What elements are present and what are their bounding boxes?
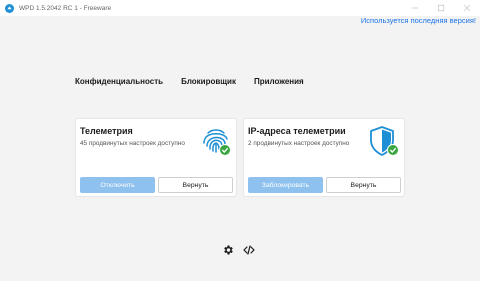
restore-telemetry-button[interactable]: Вернуть: [158, 177, 233, 193]
minimize-button[interactable]: [402, 0, 428, 16]
block-ip-button[interactable]: Заблокировать: [248, 177, 323, 193]
close-button[interactable]: [454, 0, 480, 16]
close-icon: [463, 4, 471, 12]
window-title: WPD 1.5.2042 RC 1 - Freeware: [19, 4, 112, 12]
tab-blocker[interactable]: Блокировщик: [181, 77, 236, 86]
tab-privacy[interactable]: Конфиденциальность: [75, 77, 163, 86]
main-tabs: Конфиденциальность Блокировщик Приложени…: [75, 77, 322, 86]
settings-button[interactable]: [221, 243, 234, 256]
source-code-button[interactable]: [242, 243, 255, 256]
maximize-button[interactable]: [428, 0, 454, 16]
app-icon: [5, 3, 14, 13]
tab-apps[interactable]: Приложения: [254, 77, 304, 86]
restore-ip-button[interactable]: Вернуть: [326, 177, 401, 193]
card-title: Телеметрия: [80, 126, 133, 136]
fingerprint-check-icon: [203, 129, 231, 156]
disable-telemetry-button[interactable]: Отключить: [80, 177, 155, 193]
telemetry-card: Телеметрия 45 продвинутых настроек досту…: [75, 118, 237, 197]
card-title: IP-адреса телеметрии: [248, 126, 346, 136]
card-subtitle: 45 продвинутых настроек доступно: [80, 140, 185, 147]
window-controls: [402, 0, 480, 16]
card-subtitle: 2 продвинутых настроек доступно: [248, 140, 350, 147]
gear-icon: [223, 245, 233, 254]
update-status-link[interactable]: Используется последняя версия!: [361, 16, 476, 25]
title-bar: WPD 1.5.2042 RC 1 - Freeware: [0, 0, 480, 16]
footer-toolbar: [221, 243, 263, 256]
minimize-icon: [411, 7, 419, 9]
shield-check-icon: [370, 126, 399, 156]
maximize-icon: [437, 4, 445, 12]
telemetry-ip-card: IP-адреса телеметрии 2 продвинутых настр…: [243, 118, 405, 197]
code-icon: [242, 244, 255, 255]
